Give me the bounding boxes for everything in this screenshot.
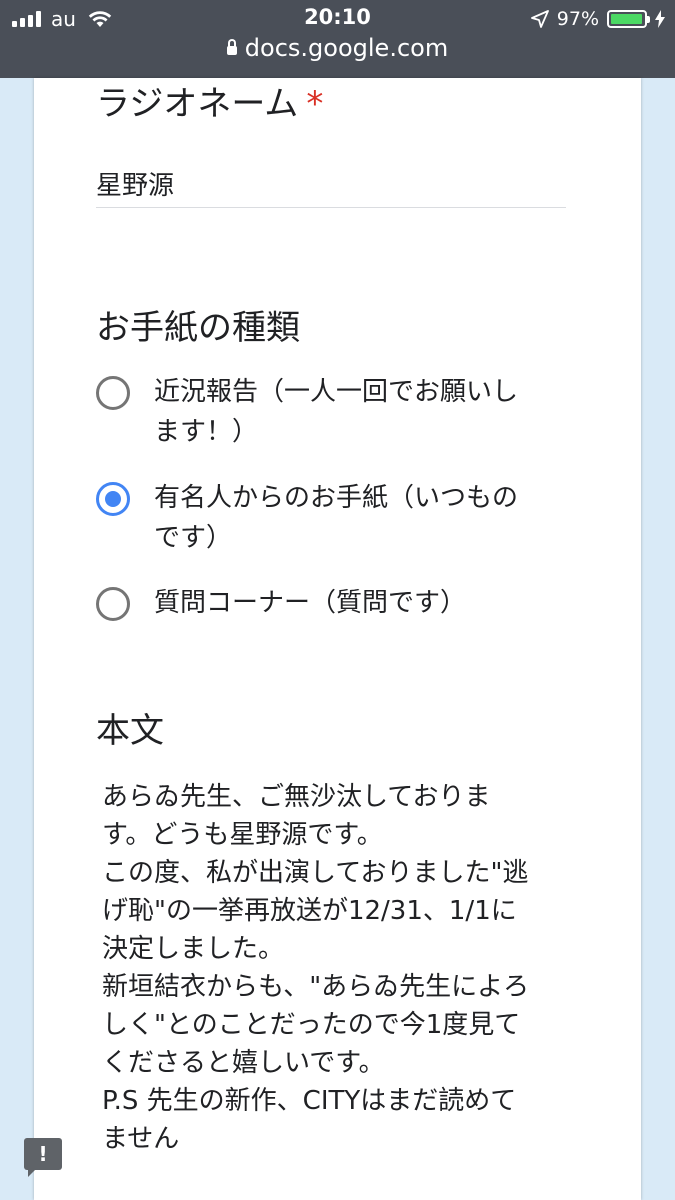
radio-button-selected[interactable] <box>96 482 130 516</box>
radio-option-status-report[interactable]: 近況報告（一人一回でお願いし ます！） <box>96 376 576 452</box>
body-line: 決定しました。 <box>102 934 285 964</box>
location-arrow-icon <box>530 10 549 28</box>
charging-bolt-icon <box>655 10 665 28</box>
radio-button[interactable] <box>96 587 130 621</box>
lock-icon <box>226 39 237 55</box>
body-line: 新垣結衣からも、"あらゐ先生によろ <box>102 972 530 1002</box>
question-title-body: 本文 <box>96 711 164 751</box>
question-title-text: ラジオネーム <box>96 84 299 124</box>
radio-name-value: 星野源 <box>96 171 175 201</box>
body-line: げ恥"の一挙再放送が12/31、1/1に <box>102 896 517 926</box>
status-bar: au 20:10 97% docs.google.com <box>0 0 675 78</box>
url-bar[interactable]: docs.google.com <box>0 34 675 62</box>
body-line: ません <box>102 1124 180 1154</box>
body-line: あらゐ先生、ご無沙汰しておりま <box>102 782 491 812</box>
body-line: す。どうも星野源です。 <box>102 820 383 850</box>
required-mark: * <box>306 84 324 124</box>
status-right: 97% <box>530 6 665 32</box>
battery-fill <box>611 14 643 24</box>
radio-option-question-corner[interactable]: 質問コーナー（質問です） <box>96 587 576 623</box>
radio-option-label: 有名人からのお手紙（いつもの です） <box>154 483 519 553</box>
report-abuse-button[interactable]: ! <box>24 1138 62 1177</box>
radio-name-input[interactable]: 星野源 <box>96 165 566 208</box>
body-line: P.S 先生の新作、CITYはまだ読めて <box>102 1086 517 1116</box>
battery-icon <box>607 10 650 28</box>
body-line: しく"とのことだったので今1度見て <box>102 1010 521 1040</box>
question-title-letter-type: お手紙の種類 <box>96 308 300 348</box>
question-title-radio-name: ラジオネーム * <box>96 76 323 125</box>
body-text-answer[interactable]: あらゐ先生、ご無沙汰しておりま す。どうも星野源です。 この度、私が出演しており… <box>102 778 582 1158</box>
radio-option-label: 近況報告（一人一回でお願いし ます！） <box>154 377 519 447</box>
radio-button[interactable] <box>96 376 130 410</box>
body-line: この度、私が出演しておりました"逃 <box>102 858 529 888</box>
battery-percent: 97% <box>556 8 599 30</box>
url-text: docs.google.com <box>244 34 449 62</box>
body-line: くださると嬉しいです。 <box>102 1048 385 1078</box>
radio-option-celebrity-letter[interactable]: 有名人からのお手紙（いつもの です） <box>96 482 576 558</box>
form-card: ラジオネーム * 星野源 お手紙の種類 近況報告（一人一回でお願いし ます！） 有名… <box>34 78 641 1200</box>
radio-option-label: 質問コーナー（質問です） <box>154 588 467 618</box>
